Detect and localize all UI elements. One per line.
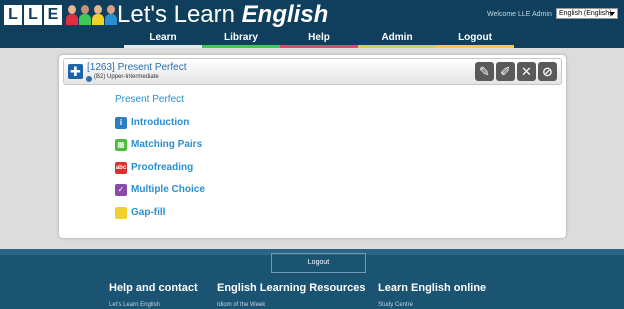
- footer-link-lets-learn-english[interactable]: Let's Learn English: [109, 302, 160, 308]
- footer-heading-help: Help and contact: [109, 282, 198, 294]
- logo-letter-l2: L: [24, 5, 42, 25]
- nav-library-label: Library: [224, 32, 258, 43]
- close-button[interactable]: ✕: [517, 62, 536, 81]
- puzzle-icon: ✚: [68, 64, 83, 79]
- panel-header: ✚ [1263] Present Perfect (B2) Upper-Inte…: [63, 58, 562, 85]
- level-icon: [86, 76, 92, 82]
- nav-help-label: Help: [308, 32, 330, 43]
- panel-toolbar: ✎ ✐ ✕ ⊘: [475, 62, 557, 81]
- app-title: Let's Learn English: [117, 1, 328, 29]
- lesson-panel: ✚ [1263] Present Perfect (B2) Upper-Inte…: [59, 55, 566, 238]
- logo-letter-l1: L: [4, 5, 22, 25]
- disable-button[interactable]: ⊘: [538, 62, 557, 81]
- lesson-level: (B2) Upper-Intermediate: [94, 74, 159, 80]
- nav-learn[interactable]: Learn: [124, 31, 202, 48]
- footer-link-idiom-of-the-week[interactable]: Idiom of the Week: [217, 302, 265, 308]
- lesson-title: [1263] Present Perfect: [87, 62, 187, 73]
- app-title-emphasis: English: [241, 1, 329, 28]
- activity-label: Matching Pairs: [131, 139, 203, 150]
- activity-label: Introduction: [131, 117, 190, 128]
- proofreading-icon: abc: [115, 162, 127, 174]
- edit-content-button[interactable]: ✎: [475, 62, 494, 81]
- footer-link-study-centre[interactable]: Study Centre: [378, 302, 413, 308]
- footer-heading-learn-online: Learn English online: [378, 282, 487, 294]
- gap-fill-icon: [115, 207, 127, 219]
- activity-label: Proofreading: [131, 162, 194, 173]
- matching-pairs-icon: ▦: [115, 139, 127, 151]
- nav-help[interactable]: Help: [280, 31, 358, 48]
- footer-logout-button[interactable]: Logout: [271, 253, 366, 273]
- nav-logout[interactable]: Logout: [436, 31, 514, 48]
- language-select[interactable]: English (English): [556, 8, 618, 19]
- lle-logo[interactable]: L L E: [4, 5, 62, 25]
- close-icon: ✕: [521, 64, 532, 79]
- chevron-down-icon: [609, 12, 615, 16]
- logo-letter-e: E: [44, 5, 62, 25]
- info-icon: i: [115, 117, 127, 129]
- nav-learn-label: Learn: [149, 32, 177, 43]
- multiple-choice-icon: ✓: [115, 184, 127, 196]
- main-nav: Learn Library Help Admin Logout: [124, 31, 514, 48]
- header: L L E Let's Learn English Welcome LLE Ad…: [0, 0, 624, 48]
- activity-label: Multiple Choice: [131, 184, 205, 195]
- welcome-text: Welcome LLE Admin: [487, 11, 552, 18]
- language-select-value: English (English): [559, 10, 612, 17]
- pencil-icon: ✐: [500, 64, 511, 79]
- prohibit-icon: ⊘: [542, 64, 553, 79]
- content-title: Present Perfect: [115, 94, 184, 105]
- footer-heading-resources: English Learning Resources: [217, 282, 366, 294]
- edit-button[interactable]: ✐: [496, 62, 515, 81]
- nav-admin[interactable]: Admin: [358, 31, 436, 48]
- nav-logout-label: Logout: [458, 32, 492, 43]
- nav-library[interactable]: Library: [202, 31, 280, 48]
- activity-label: Gap-fill: [131, 207, 166, 218]
- people-logo-icon: [66, 5, 117, 25]
- nav-admin-label: Admin: [381, 32, 413, 43]
- app-title-plain: Let's Learn: [117, 1, 242, 28]
- edit-list-icon: ✎: [479, 64, 490, 79]
- footer: Logout Help and contact Let's Learn Engl…: [0, 249, 624, 309]
